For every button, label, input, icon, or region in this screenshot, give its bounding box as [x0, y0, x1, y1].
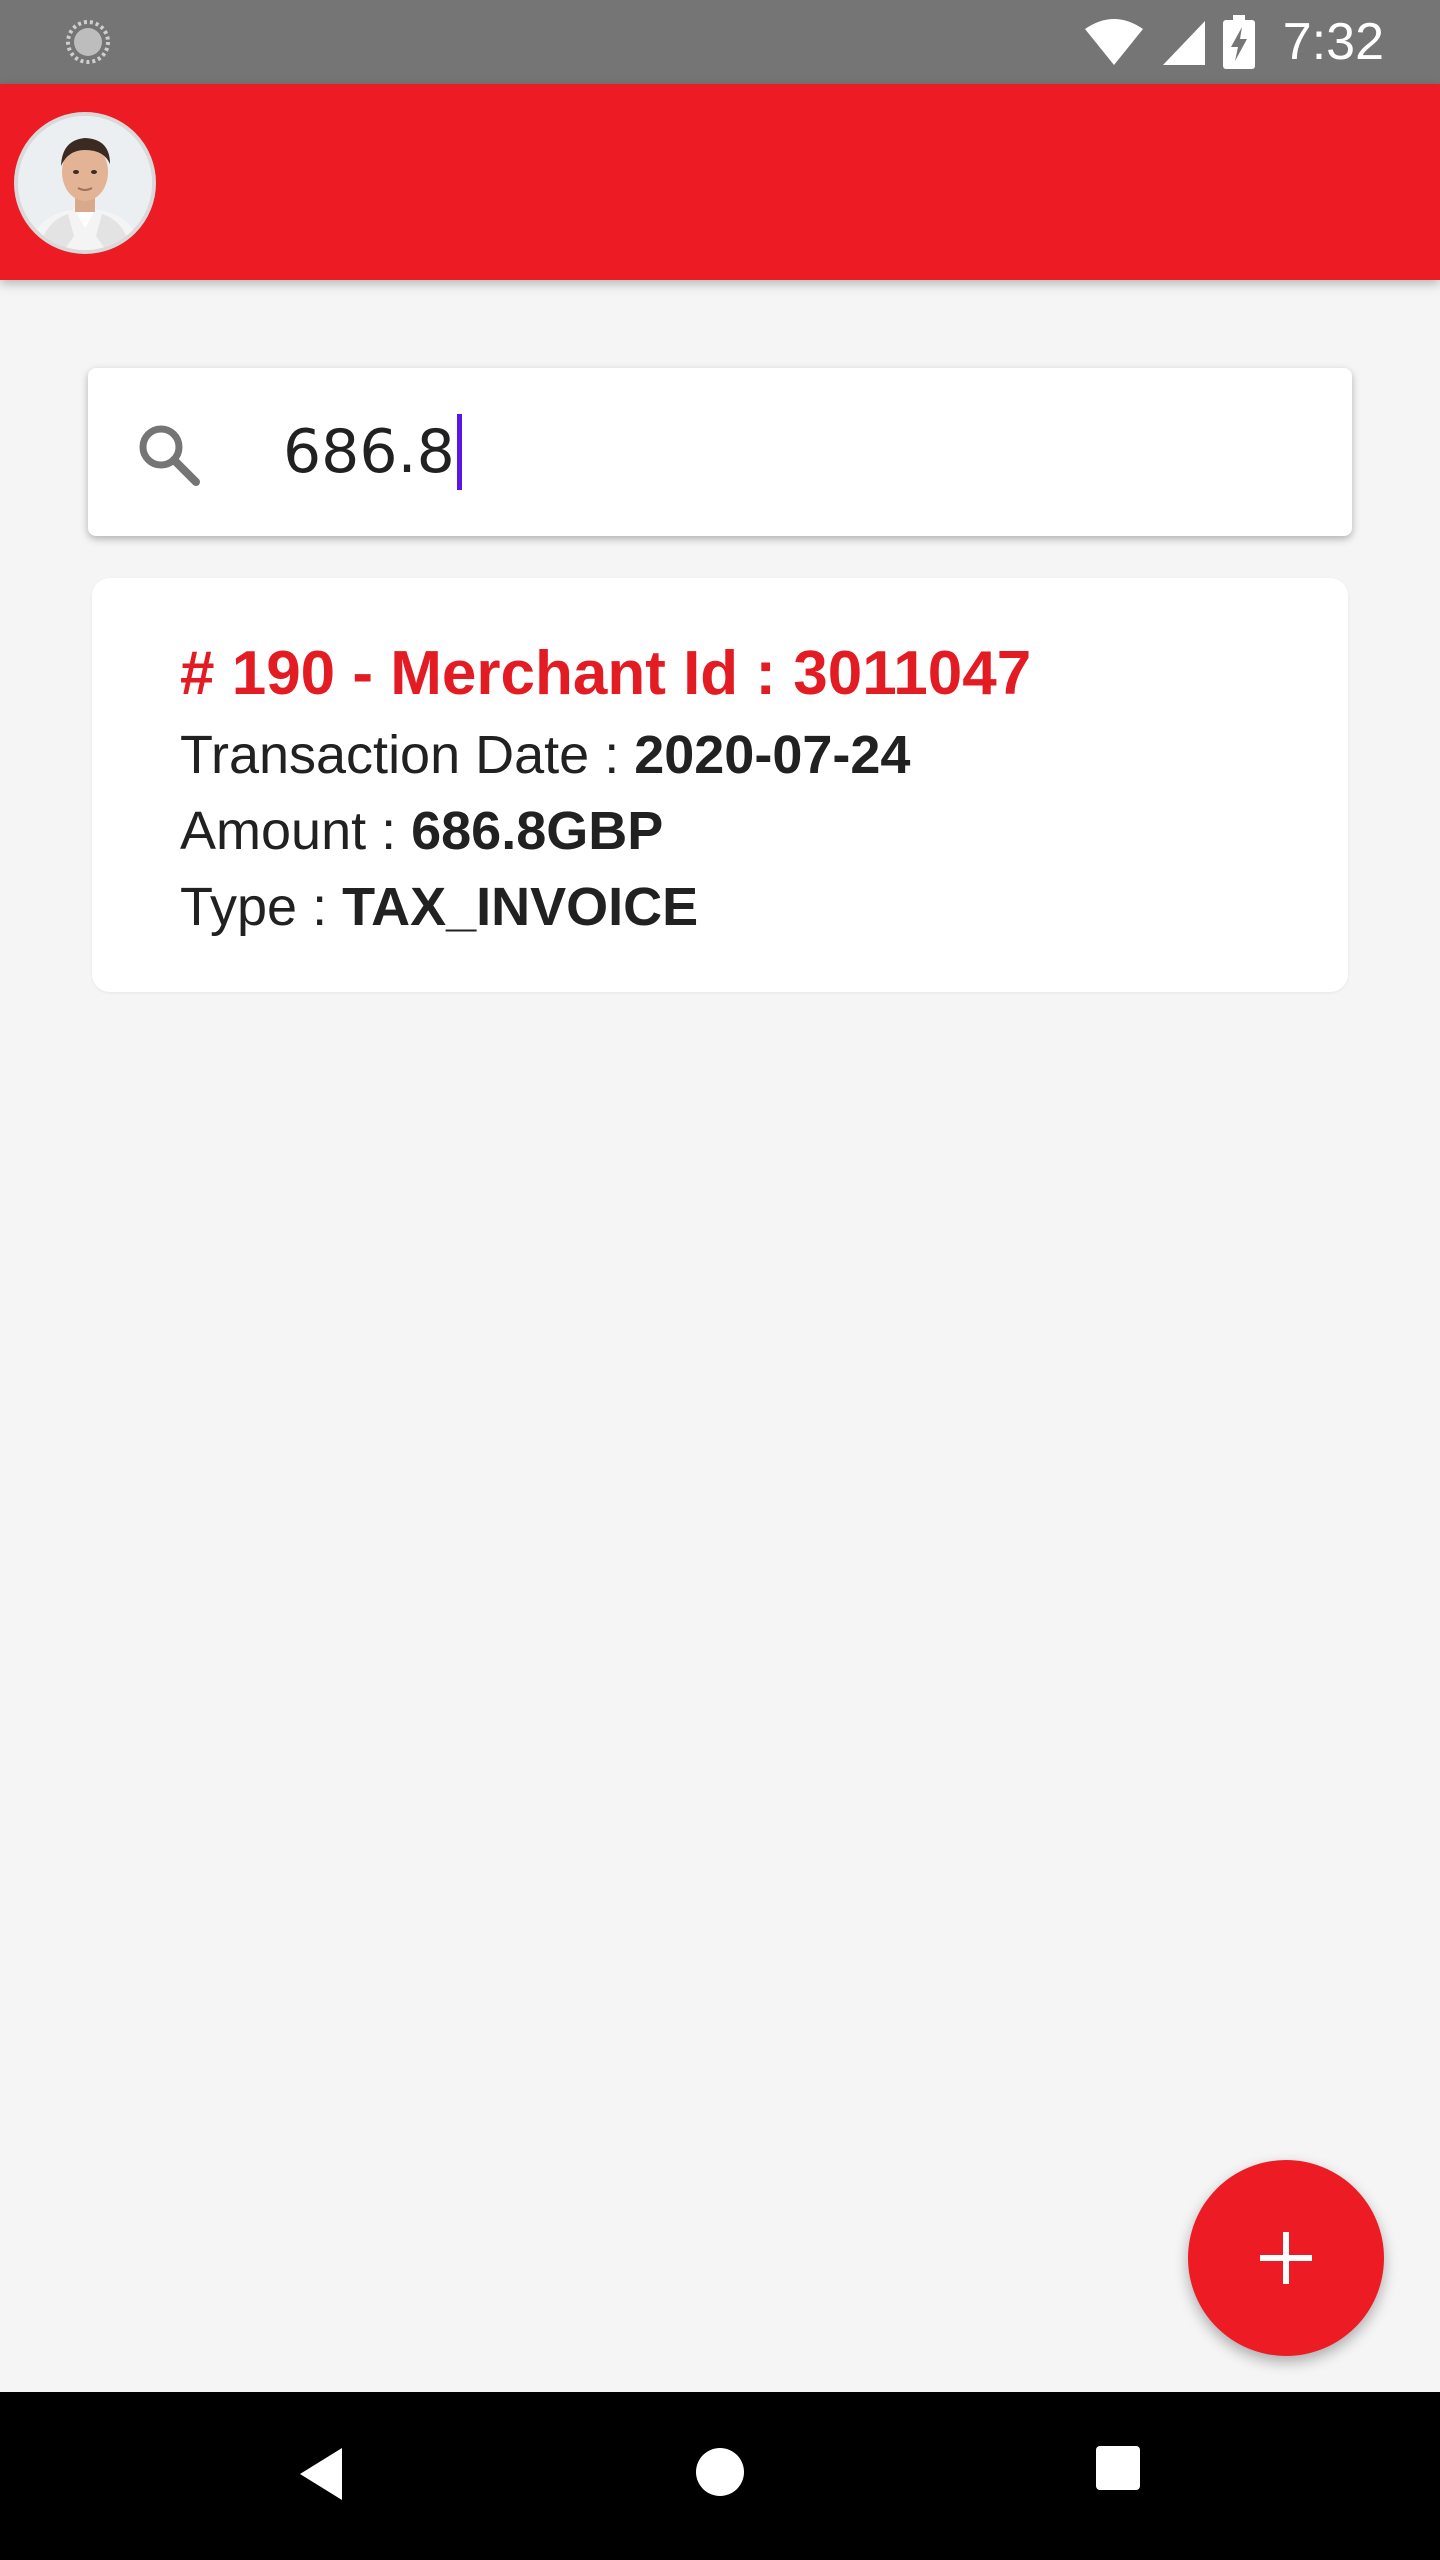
transaction-amount-value: 686.8GBP: [411, 801, 664, 861]
transaction-amount-line: Amount : 686.8GBP: [180, 800, 663, 862]
transaction-type-value: TAX_INVOICE: [342, 877, 699, 937]
loading-spinner-icon: [66, 20, 110, 64]
transaction-type-line: Type : TAX_INVOICE: [180, 876, 698, 938]
search-icon[interactable]: [136, 422, 202, 488]
wifi-icon: [1084, 19, 1143, 65]
signal-icon: [1162, 21, 1205, 65]
plus-icon: [1260, 2232, 1312, 2284]
transaction-card[interactable]: # 190 - Merchant Id : 3011047 Transactio…: [92, 578, 1348, 992]
transaction-type-label: Type :: [180, 877, 343, 937]
battery-charging-icon: [1222, 15, 1255, 69]
transaction-date-value: 2020-07-24: [634, 725, 911, 785]
avatar[interactable]: [14, 112, 156, 254]
app-bar: [0, 84, 1440, 280]
text-cursor: [456, 414, 462, 490]
search-input-value[interactable]: 686.8: [283, 417, 455, 487]
status-icons: 7:32: [1083, 0, 1384, 84]
search-box[interactable]: 686.8: [88, 368, 1352, 536]
transaction-amount-label: Amount :: [180, 801, 412, 861]
transaction-date-line: Transaction Date : 2020-07-24: [180, 724, 910, 786]
home-icon[interactable]: [696, 2448, 744, 2496]
back-icon[interactable]: [296, 2444, 346, 2504]
transaction-title: # 190 - Merchant Id : 3011047: [180, 639, 1032, 708]
transaction-date-label: Transaction Date :: [180, 725, 635, 785]
add-button[interactable]: [1188, 2160, 1384, 2356]
status-bar: 7:32: [0, 0, 1440, 84]
recents-icon[interactable]: [1096, 2446, 1140, 2490]
search-input[interactable]: 686.8: [283, 412, 462, 492]
navigation-bar: [0, 2392, 1440, 2560]
user-avatar-image: [18, 116, 152, 250]
status-time: 7:32: [1282, 13, 1384, 71]
